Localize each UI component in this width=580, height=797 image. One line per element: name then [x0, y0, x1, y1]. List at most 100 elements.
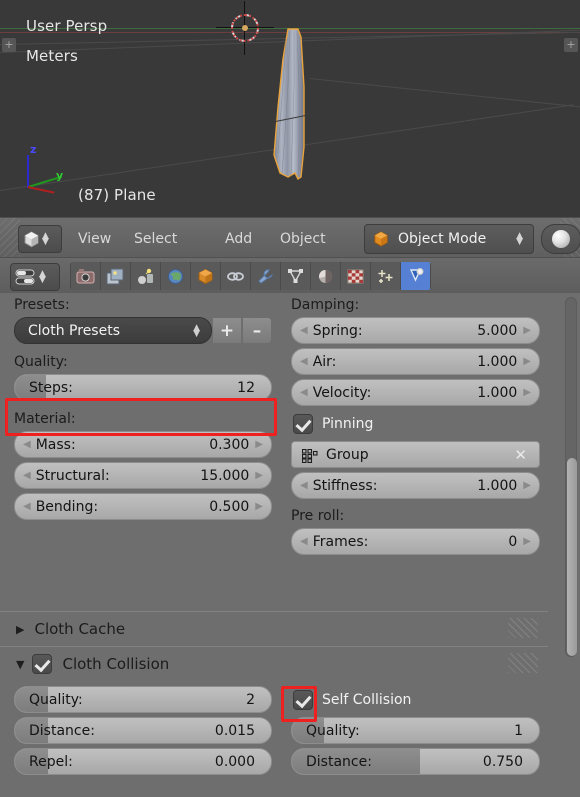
chevron-right-icon[interactable]: ▶ — [255, 501, 263, 512]
viewport-toolshelf-toggle-left[interactable]: + — [2, 38, 16, 52]
group-icon — [301, 448, 318, 463]
add-preset-button[interactable]: + — [212, 317, 242, 344]
chevron-left-icon[interactable]: ◀ — [300, 325, 308, 336]
viewport-header: ▲ ▼ View Select Add Object Object Mode ▲ ▼ — [0, 217, 580, 258]
pinning-group-label: Group — [326, 446, 369, 463]
collision-quality-slider[interactable]: Quality: 2 — [14, 686, 272, 713]
interaction-mode-dropdown[interactable]: Object Mode ▲ ▼ — [364, 224, 534, 254]
render-tab[interactable] — [70, 262, 101, 290]
chevron-right-icon[interactable]: ▶ — [523, 536, 531, 547]
menu-select[interactable]: Select — [134, 231, 177, 247]
collision-repel-label: Repel: — [29, 753, 73, 770]
chevron-right-icon[interactable]: ▶ — [255, 470, 263, 481]
cloth-collision-checkbox[interactable] — [32, 654, 53, 674]
collision-quality-label: Quality: — [29, 691, 83, 708]
menu-view[interactable]: View — [78, 231, 111, 247]
menu-object[interactable]: Object — [280, 231, 326, 247]
chevron-left-icon[interactable]: ◀ — [300, 480, 308, 491]
spring-field[interactable]: ◀ Spring: 5.000 ▶ — [291, 317, 540, 344]
pinning-label: Pinning — [322, 416, 374, 432]
chevron-left-icon[interactable]: ◀ — [23, 470, 31, 481]
constraints-tab[interactable] — [221, 262, 251, 290]
self-collision-distance-label: Distance: — [306, 753, 372, 770]
grid-line — [309, 78, 580, 111]
air-label: Air: — [312, 353, 337, 370]
cloth-cache-title: Cloth Cache — [34, 620, 126, 638]
velocity-label: Velocity: — [312, 384, 372, 401]
air-field[interactable]: ◀ Air: 1.000 ▶ — [291, 348, 540, 375]
structural-field[interactable]: ◀ Structural: 15.000 ▶ — [14, 462, 272, 489]
collision-distance-value: 0.015 — [214, 722, 255, 739]
chevron-right-icon[interactable]: ▶ — [523, 356, 531, 367]
collision-repel-slider[interactable]: Repel: 0.000 — [14, 748, 272, 775]
editor-type-selector-viewport[interactable]: ▲ ▼ — [18, 225, 62, 253]
stiffness-field[interactable]: ◀ Stiffness: 1.000 ▶ — [291, 472, 540, 499]
cloth-collision-title: Cloth Collision — [62, 655, 170, 673]
scene-tab[interactable] — [131, 262, 161, 290]
collision-distance-slider[interactable]: Distance: 0.015 — [14, 717, 272, 744]
properties-tab-bar[interactable] — [70, 262, 431, 290]
editor-type-selector-properties[interactable]: ▲ ▼ — [10, 263, 60, 291]
cloth-presets-dropdown[interactable]: Cloth Presets ▲ ▼ — [14, 317, 212, 344]
chevron-right-icon[interactable]: ▶ — [523, 387, 531, 398]
mass-label: Mass: — [35, 436, 76, 453]
self-collision-distance-slider[interactable]: Distance: 0.750 — [291, 748, 540, 775]
cube-icon — [23, 230, 40, 248]
panel-grip[interactable] — [508, 618, 538, 638]
particles-tab[interactable] — [371, 262, 401, 290]
mass-field[interactable]: ◀ Mass: 0.300 ▶ — [14, 431, 272, 458]
chevron-right-icon[interactable]: ▶ — [16, 623, 24, 636]
viewport-properties-toggle-right[interactable]: + — [564, 38, 578, 52]
velocity-field[interactable]: ◀ Velocity: 1.000 ▶ — [291, 379, 540, 406]
chevron-left-icon[interactable]: ◀ — [300, 356, 308, 367]
cloth-plane-object[interactable] — [268, 27, 328, 199]
self-collision-checkbox[interactable] — [293, 689, 313, 710]
x-close-icon[interactable]: ✕ — [514, 446, 527, 464]
chevron-left-icon[interactable]: ◀ — [300, 536, 308, 547]
self-collision-quality-slider[interactable]: Quality: 1 — [291, 717, 540, 744]
texture-tab[interactable] — [341, 262, 371, 290]
material-label: Material: — [14, 411, 76, 427]
chevron-updown-icon: ▲ ▼ — [193, 322, 200, 339]
world-tab[interactable] — [161, 262, 191, 290]
properties-scrollbar-track[interactable] — [565, 297, 577, 657]
chevron-left-icon[interactable]: ◀ — [23, 501, 31, 512]
preroll-label: Pre roll: — [291, 508, 345, 524]
axis-y-label: y — [56, 169, 64, 182]
3d-viewport[interactable]: + + z y User Persp Meters (87) Plane — [0, 0, 580, 217]
physics-tab[interactable] — [401, 262, 431, 290]
object-data-tab[interactable] — [281, 262, 311, 290]
render-layers-tab[interactable] — [101, 262, 131, 290]
panel-grip[interactable] — [508, 653, 538, 673]
chevron-down-icon[interactable]: ▼ — [16, 658, 24, 671]
properties-scrollbar-thumb[interactable] — [567, 458, 577, 656]
chevron-left-icon[interactable]: ◀ — [23, 439, 31, 450]
remove-preset-button[interactable]: – — [242, 317, 272, 344]
damping-label: Damping: — [291, 297, 360, 313]
chevron-right-icon[interactable]: ▶ — [523, 480, 531, 491]
pinning-group-field[interactable]: Group ✕ — [291, 441, 540, 468]
chevron-left-icon[interactable]: ◀ — [300, 387, 308, 398]
steps-slider[interactable]: Steps: 12 — [14, 374, 272, 401]
chevron-updown-icon: ▲ ▼ — [39, 269, 46, 285]
header-grip-left[interactable] — [0, 218, 20, 258]
self-collision-checkbox-row[interactable]: Self Collision — [293, 686, 540, 713]
menu-add[interactable]: Add — [225, 231, 252, 247]
velocity-value: 1.000 — [477, 384, 518, 401]
chevron-right-icon[interactable]: ▶ — [255, 439, 263, 450]
chevron-right-icon[interactable]: ▶ — [523, 325, 531, 336]
pinning-checkbox-row[interactable]: Pinning — [293, 414, 540, 434]
properties-sliders-icon — [15, 268, 37, 286]
material-tab[interactable] — [311, 262, 341, 290]
cloth-collision-panel-header[interactable]: ▼ Cloth Collision — [0, 646, 548, 681]
viewport-shading-button[interactable] — [541, 224, 580, 254]
frames-field[interactable]: ◀ Frames: 0 ▶ — [291, 528, 540, 555]
frames-value: 0 — [508, 533, 518, 550]
bending-field[interactable]: ◀ Bending: 0.500 ▶ — [14, 493, 272, 520]
viewport-perspective-label: User Persp — [26, 17, 108, 35]
quality-label: Quality: — [14, 354, 68, 370]
object-tab[interactable] — [191, 262, 221, 290]
pinning-checkbox[interactable] — [293, 414, 313, 434]
cloth-cache-panel-header[interactable]: ▶ Cloth Cache — [0, 611, 548, 646]
modifiers-tab[interactable] — [251, 262, 281, 290]
